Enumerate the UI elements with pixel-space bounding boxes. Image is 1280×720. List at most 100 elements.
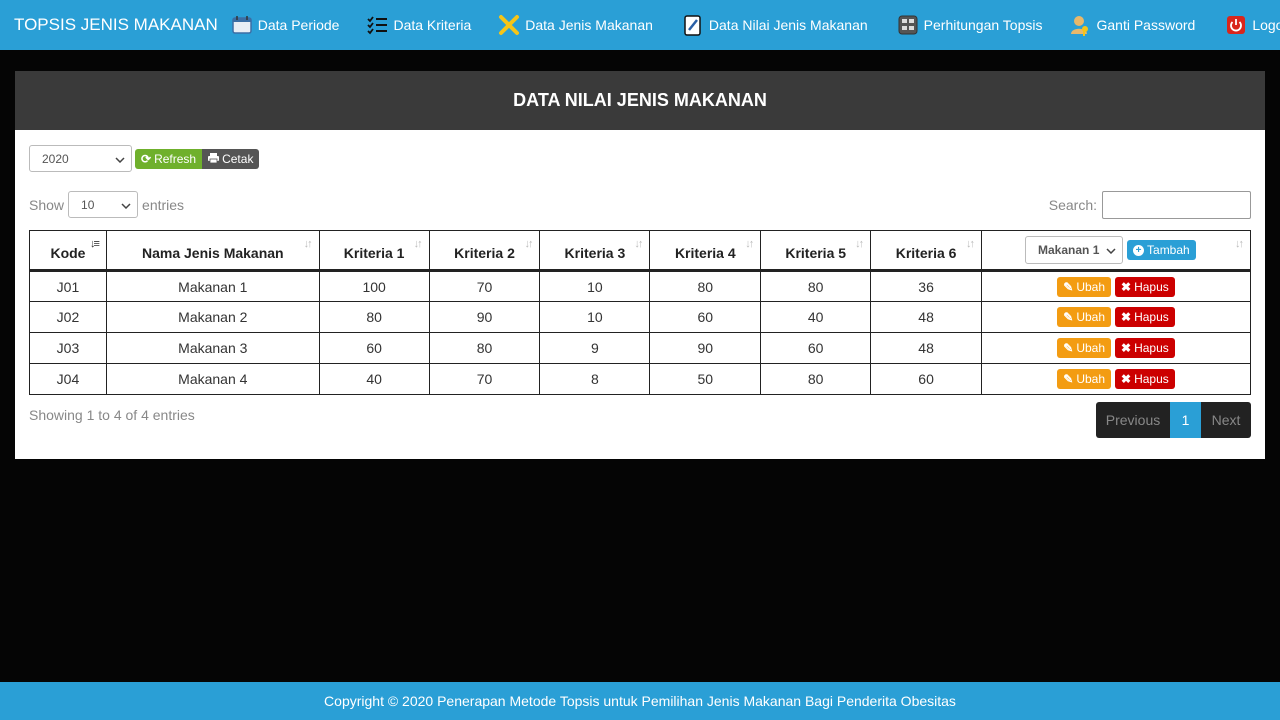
table-cell: Makanan 2 xyxy=(105,301,320,333)
row-actions: ✎ Ubah ✖ Hapus xyxy=(981,301,1251,333)
table-row: J01 Makanan 1 100 70 10 80 80 36 ✎ Ubah ✖ Hapus xyxy=(29,270,1251,302)
nav-data-kriteria[interactable]: Data Kriteria xyxy=(366,14,471,36)
makanan-select-value: Makanan 1 xyxy=(1038,243,1100,257)
toolbar: 2020 ⟳ Refresh Cetak xyxy=(29,145,260,172)
table-cell: 8 xyxy=(539,363,651,395)
row-actions: ✎ Ubah ✖ Hapus xyxy=(981,363,1251,395)
sort-icon: ↓↑ xyxy=(634,238,643,250)
nav-perhitungan-topsis[interactable]: Perhitungan Topsis xyxy=(897,14,1043,36)
pencil-icon: ✎ xyxy=(1063,310,1074,324)
app-brand[interactable]: TOPSIS JENIS MAKANAN xyxy=(0,15,218,35)
table-cell: 40 xyxy=(318,363,430,395)
ubah-button[interactable]: ✎ Ubah xyxy=(1057,338,1111,358)
table-cell: 50 xyxy=(649,363,762,395)
table-row: J02 Makanan 2 80 90 10 60 40 48 ✎ Ubah ✖ Hapus xyxy=(29,301,1251,333)
hapus-label: Hapus xyxy=(1134,310,1169,324)
table-cell: 90 xyxy=(428,301,541,333)
refresh-button[interactable]: ⟳ Refresh xyxy=(135,148,203,169)
sort-icon: ↓↑ xyxy=(745,238,754,250)
refresh-label: Refresh xyxy=(154,151,197,166)
nav-label: Ganti Password xyxy=(1096,17,1196,33)
column-header-kriteria-1[interactable]: Kriteria 1 ↓↑ xyxy=(318,230,430,271)
header-label: Nama Jenis Makanan xyxy=(141,245,284,261)
table-cell: 80 xyxy=(649,270,762,302)
table-cell: 60 xyxy=(318,332,430,364)
hapus-label: Hapus xyxy=(1134,279,1169,294)
previous-page-button[interactable]: Previous xyxy=(1096,402,1170,438)
entries-length-value: 10 xyxy=(81,197,95,212)
sort-icon: ↓↑ xyxy=(966,238,975,250)
header-label: Kode xyxy=(50,245,86,261)
table-cell: 70 xyxy=(428,363,541,395)
print-icon xyxy=(208,152,220,166)
column-header-kriteria-5[interactable]: Kriteria 5 ↓↑ xyxy=(760,230,872,271)
table-cell: 60 xyxy=(649,301,762,333)
column-header-kriteria-6[interactable]: Kriteria 6 ↓↑ xyxy=(870,230,983,271)
makanan-select[interactable]: Makanan 1 xyxy=(1025,236,1124,264)
column-header-kriteria-4[interactable]: Kriteria 4 ↓↑ xyxy=(649,230,762,271)
close-icon: ✖ xyxy=(1121,372,1132,386)
sort-icon: ↓↑ xyxy=(1235,238,1244,250)
table-cell: J04 xyxy=(29,363,107,395)
chevron-down-icon xyxy=(121,198,131,212)
column-header-action: Makanan 1 + Tambah ↓↑ xyxy=(981,230,1251,271)
table-header-row: Kode ↓≡ Nama Jenis Makanan ↓↑ Kriteria 1 ↓↑… xyxy=(29,230,1251,271)
table-cell: 70 xyxy=(428,270,541,302)
search-input[interactable] xyxy=(1102,191,1251,219)
hapus-button[interactable]: ✖ Hapus xyxy=(1115,276,1175,297)
hapus-label: Hapus xyxy=(1134,372,1169,386)
nav-label: Data Jenis Makanan xyxy=(525,17,653,33)
header-label: Kriteria 6 xyxy=(895,245,957,261)
column-header-nama[interactable]: Nama Jenis Makanan ↓↑ xyxy=(105,230,320,271)
edit-icon xyxy=(682,14,704,36)
row-actions: ✎ Ubah ✖ Hapus xyxy=(981,332,1251,364)
pencil-icon: ✎ xyxy=(1063,279,1074,294)
chevron-down-icon xyxy=(115,152,125,166)
header-label: Kriteria 4 xyxy=(674,245,736,261)
nav-data-nilai-jenis-makanan[interactable]: Data Nilai Jenis Makanan xyxy=(682,14,868,36)
nav-label: Perhitungan Topsis xyxy=(923,17,1043,33)
column-header-kode[interactable]: Kode ↓≡ xyxy=(29,230,107,271)
hapus-button[interactable]: ✖ Hapus xyxy=(1115,307,1175,327)
header-label: Kriteria 1 xyxy=(343,245,405,261)
search-box: Search: xyxy=(1049,191,1251,219)
ubah-button[interactable]: ✎ Ubah xyxy=(1057,276,1111,297)
nav-label: Data Nilai Jenis Makanan xyxy=(708,17,868,33)
page-1-button[interactable]: 1 xyxy=(1170,402,1201,438)
header-label: Kriteria 2 xyxy=(454,245,515,261)
next-page-button[interactable]: Next xyxy=(1201,402,1251,438)
nav-data-jenis-makanan[interactable]: Data Jenis Makanan xyxy=(498,14,653,36)
table-cell: 48 xyxy=(870,301,983,333)
sort-icon: ↓↑ xyxy=(303,238,313,250)
hapus-button[interactable]: ✖ Hapus xyxy=(1115,338,1175,358)
column-header-kriteria-2[interactable]: Kriteria 2 ↓↑ xyxy=(428,230,541,271)
header-label: Kriteria 5 xyxy=(785,245,847,261)
table-body: J01 Makanan 1 100 70 10 80 80 36 ✎ Ubah ✖ Hapus J02 M… xyxy=(29,270,1251,395)
pencil-icon: ✎ xyxy=(1063,372,1074,386)
ubah-button[interactable]: ✎ Ubah xyxy=(1057,369,1111,389)
calculator-icon xyxy=(897,14,919,36)
table-cell: 80 xyxy=(760,270,872,302)
entries-length-select[interactable]: 10 xyxy=(68,191,139,218)
column-header-kriteria-3[interactable]: Kriteria 3 ↓↑ xyxy=(539,230,651,271)
cetak-button[interactable]: Cetak xyxy=(202,148,260,169)
table-cell: 36 xyxy=(870,270,983,302)
hapus-button[interactable]: ✖ Hapus xyxy=(1115,369,1175,389)
chevron-down-icon xyxy=(1106,243,1116,257)
table-cell: 9 xyxy=(539,332,651,364)
sort-icon: ↓↑ xyxy=(524,238,533,250)
table-cell: 10 xyxy=(539,301,651,333)
plus-circle-icon: + xyxy=(1133,244,1145,256)
nav-ganti-password[interactable]: Ganti Password xyxy=(1069,14,1195,36)
ubah-button[interactable]: ✎ Ubah xyxy=(1057,307,1111,327)
pencil-icon: ✎ xyxy=(1063,341,1074,355)
ubah-label: Ubah xyxy=(1076,372,1105,386)
year-select[interactable]: 2020 xyxy=(29,145,132,172)
nav-data-periode[interactable]: Data Periode xyxy=(231,14,340,36)
row-actions: ✎ Ubah ✖ Hapus xyxy=(981,270,1251,302)
tambah-button[interactable]: + Tambah xyxy=(1127,240,1196,260)
power-icon xyxy=(1225,14,1247,36)
nav-logout[interactable]: Logout xyxy=(1225,14,1280,36)
close-icon: ✖ xyxy=(1121,341,1132,355)
nav-label: Data Periode xyxy=(257,17,340,33)
